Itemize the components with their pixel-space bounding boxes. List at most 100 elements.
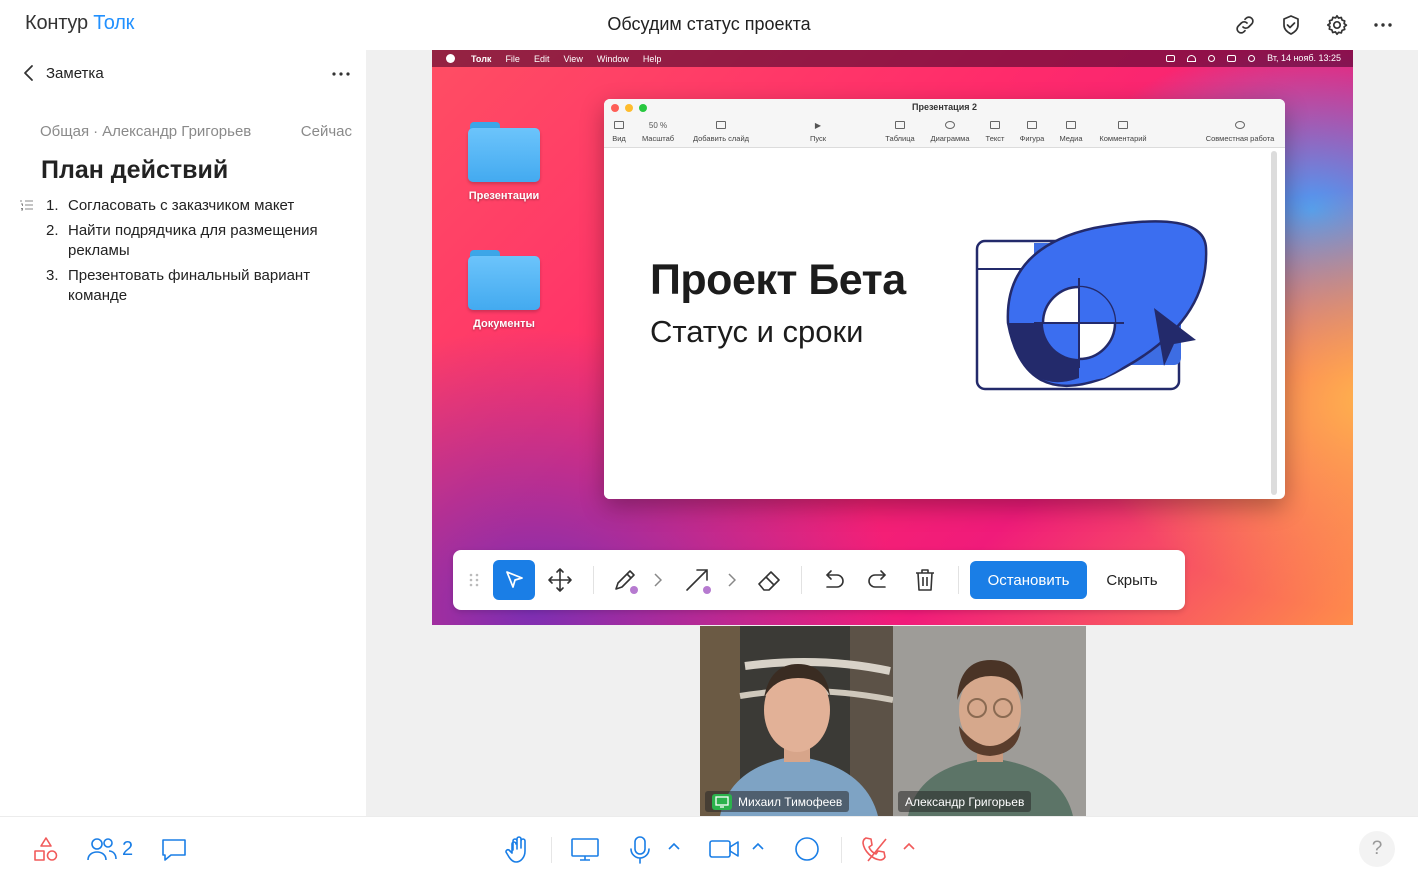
chevron-right-icon[interactable] xyxy=(649,560,667,600)
trash-icon[interactable] xyxy=(905,560,945,600)
control-center-icon xyxy=(1227,54,1237,62)
target-illustration-icon xyxy=(975,220,1208,391)
link-icon[interactable] xyxy=(1232,12,1258,38)
shield-check-icon[interactable] xyxy=(1278,12,1304,38)
redo-icon[interactable] xyxy=(859,560,899,600)
notes-back-label: Заметка xyxy=(46,64,104,82)
kt-chart: Диаграмма xyxy=(924,119,976,143)
menubar-status: Вт, 14 нояб. 13:25 xyxy=(1166,53,1341,63)
slide-title: Проект Бета xyxy=(650,256,906,304)
menu-edit: Edit xyxy=(533,53,550,64)
menu-file: File xyxy=(505,53,520,64)
video-tile[interactable]: Александр Григорьев xyxy=(893,626,1086,816)
chevron-left-icon xyxy=(24,65,33,81)
list-item[interactable]: 3. Презентовать финальный вариант команде xyxy=(46,266,346,307)
note-heading[interactable]: План действий xyxy=(41,156,228,185)
note-time: Сейчас xyxy=(300,123,352,140)
desktop-folder: Презентации xyxy=(454,122,554,202)
kt-table: Таблица xyxy=(882,119,918,143)
arrow-icon[interactable] xyxy=(677,560,717,600)
note-category[interactable]: Общая xyxy=(40,123,89,140)
kt-play: ▶ Пуск xyxy=(809,120,827,144)
chevron-right-icon[interactable] xyxy=(723,560,741,600)
chevron-up-icon[interactable] xyxy=(751,841,765,851)
folder-icon xyxy=(468,250,540,310)
kt-text: Текст xyxy=(982,119,1008,143)
meeting-title: Обсудим статус проекта xyxy=(607,14,811,34)
list-item[interactable]: 1. Согласовать с заказчиком макет xyxy=(46,196,346,217)
kt-zoom: 50 % Масштаб xyxy=(641,120,675,144)
back-button[interactable]: Заметка xyxy=(22,64,104,82)
camera-icon[interactable] xyxy=(708,835,740,863)
raise-hand-icon[interactable] xyxy=(504,835,532,865)
chevron-up-icon[interactable] xyxy=(667,841,681,851)
kt-collaborate: Совместная работа xyxy=(1198,119,1282,143)
screen-share-indicator-icon xyxy=(712,793,732,810)
chat-icon[interactable] xyxy=(160,835,188,863)
drag-handle-icon[interactable] xyxy=(465,560,483,600)
record-icon[interactable] xyxy=(793,835,821,863)
move-icon[interactable] xyxy=(540,560,580,600)
slide-canvas: Проект Бета Статус и сроки xyxy=(604,148,1270,499)
kt-add-slide: Добавить слайд xyxy=(686,119,756,143)
undo-icon[interactable] xyxy=(813,560,853,600)
kt-shape: Фигура xyxy=(1014,119,1050,143)
folder-icon xyxy=(468,122,540,182)
menu-help: Help xyxy=(642,53,662,64)
hide-toolbar-button[interactable]: Скрыть xyxy=(1093,561,1171,599)
battery-icon xyxy=(1166,54,1176,62)
keynote-scrollbar[interactable] xyxy=(1271,151,1277,495)
gear-icon[interactable] xyxy=(1324,12,1350,38)
bottom-bar: 2 ? xyxy=(0,816,1418,880)
participants-count: 2 xyxy=(122,837,134,860)
kt-media: Медиа xyxy=(1054,119,1088,143)
microphone-icon[interactable] xyxy=(628,835,652,865)
stop-sharing-button[interactable]: Остановить xyxy=(970,561,1087,599)
note-more-icon[interactable] xyxy=(330,64,352,84)
participant-video xyxy=(700,626,893,816)
keynote-title: Презентация 2 xyxy=(911,102,977,112)
pen-icon[interactable] xyxy=(605,560,645,600)
wifi-icon xyxy=(1187,54,1197,62)
spotlight-icon xyxy=(1208,54,1216,62)
people-icon xyxy=(87,838,117,861)
note-meta: Общая · Александр Григорьев Сейчас xyxy=(40,123,352,140)
menu-window: Window xyxy=(596,53,629,64)
menu-app: Толк xyxy=(471,53,492,64)
note-list[interactable]: 1. Согласовать с заказчиком макет 2. Найти… xyxy=(46,196,346,311)
numbered-list-icon[interactable] xyxy=(20,199,34,211)
note-author: Александр Григорьев xyxy=(102,123,252,140)
participant-name-tag: Михаил Тимофеев xyxy=(705,791,850,812)
slide-subtitle: Статус и сроки xyxy=(650,314,864,349)
apple-icon xyxy=(446,54,455,63)
select-pointer-icon[interactable] xyxy=(493,560,535,600)
list-item[interactable]: 2. Найти подрядчика для размещения реклам… xyxy=(46,221,346,262)
mac-menubar: Толк File Edit View Window Help Вт, 14 н… xyxy=(432,50,1353,67)
participant-video xyxy=(893,626,1086,816)
kt-view: Вид xyxy=(608,119,630,143)
help-button[interactable]: ? xyxy=(1359,831,1395,867)
siri-icon xyxy=(1248,54,1256,62)
shared-screen: Толк File Edit View Window Help Вт, 14 н… xyxy=(432,50,1353,625)
keynote-toolbar: Презентация 2 Вид 50 % Масштаб Добавить с… xyxy=(604,99,1285,148)
eraser-icon[interactable] xyxy=(749,560,789,600)
chevron-up-icon[interactable] xyxy=(902,841,916,851)
arrow-color-swatch[interactable] xyxy=(703,586,711,594)
meta-separator: · xyxy=(93,123,99,140)
pen-color-swatch[interactable] xyxy=(630,586,638,594)
annotation-toolbar: Остановить Скрыть xyxy=(453,550,1185,610)
more-icon[interactable] xyxy=(1370,12,1396,38)
keynote-window: Презентация 2 Вид 50 % Масштаб Добавить с… xyxy=(604,99,1285,499)
screen-share-icon[interactable] xyxy=(570,835,600,863)
notes-panel: Заметка Общая · Александр Григорьев Сейчас… xyxy=(0,50,366,816)
stage: Толк File Edit View Window Help Вт, 14 н… xyxy=(366,50,1418,816)
kt-comment: Комментарий xyxy=(1092,119,1154,143)
participants-button[interactable]: 2 xyxy=(86,835,133,863)
apps-icon[interactable] xyxy=(32,835,60,863)
participant-name-tag: Александр Григорьев xyxy=(898,791,1032,812)
menubar-clock: Вт, 14 нояб. 13:25 xyxy=(1267,53,1341,63)
desktop-folder: Документы xyxy=(454,250,554,330)
menu-view: View xyxy=(563,53,583,64)
video-tile[interactable]: Михаил Тимофеев xyxy=(700,626,893,816)
hang-up-icon[interactable] xyxy=(860,835,888,863)
